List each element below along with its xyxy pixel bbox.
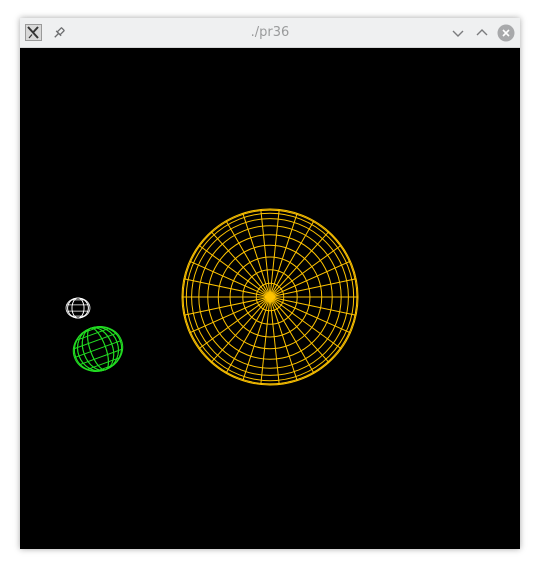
wireframe-spoke [189, 296, 271, 334]
chevron-up-icon [476, 29, 488, 36]
wireframe-parallel [74, 339, 122, 359]
earth-wireframe-sphere [72, 326, 124, 372]
moon-wireframe-sphere [65, 297, 91, 319]
wireframe-spoke [269, 296, 351, 334]
app-window: ./pr36 [20, 18, 520, 549]
sun-wireframe-sphere [181, 208, 359, 386]
close-button[interactable] [497, 24, 515, 42]
window-titlebar[interactable]: ./pr36 [20, 18, 520, 48]
wireframe-meridian [67, 297, 89, 319]
wireframe-spoke [269, 260, 351, 298]
maximize-button[interactable] [473, 24, 491, 42]
wireframe-spoke [189, 260, 271, 298]
wireframe-spoke [269, 231, 330, 298]
window-title: ./pr36 [250, 25, 290, 40]
minimize-button[interactable] [449, 24, 467, 42]
wireframe-meridian [71, 297, 85, 319]
render-canvas[interactable] [20, 48, 520, 549]
wireframe-spoke [269, 296, 330, 363]
wireframe-outline [65, 297, 91, 319]
wireframe-spoke [210, 231, 271, 298]
close-icon [497, 24, 515, 42]
chevron-down-icon [452, 30, 464, 37]
wireframe-spoke [210, 296, 271, 363]
